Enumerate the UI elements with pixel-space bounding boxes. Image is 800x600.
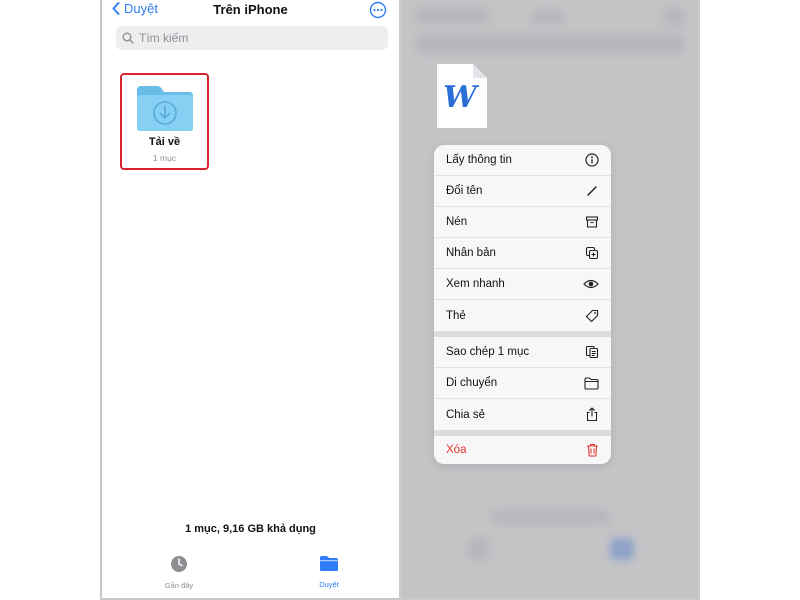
menu-item-label: Xem nhanh [446,278,505,290]
blurred-nav-title [532,10,564,24]
menu-item-label: Chia sẻ [446,408,485,421]
folder-fill-icon [320,556,338,571]
blurred-more-button [664,8,684,26]
archive-box-icon [585,216,599,228]
word-letter: W [443,80,480,115]
menu-item-label: Lấy thông tin [446,154,512,166]
menu-item-label: Xóa [446,444,467,456]
eye-icon [583,279,599,289]
copy-icon [585,345,599,359]
storage-status: 1 mục, 9,16 GB khả dụng [185,523,316,535]
tab-bar: Gần đây Duyệt [102,545,399,598]
menu-item-label: Di chuyển [446,377,498,389]
pencil-icon [587,186,597,196]
trash-icon [587,443,598,457]
blurred-tab-icon-active [610,538,634,560]
menu-item-compress[interactable]: Nén [434,207,611,238]
duplicate-icon [585,246,599,260]
tab-recents-label: Gần đây [164,581,194,590]
blurred-search-bar [416,34,684,54]
files-browser-screen: Duyệt Trên iPhone Tìm kiếm Tải về 1 mục [102,0,399,598]
page-title: Trên iPhone [213,2,288,17]
menu-item-get-info[interactable]: Lấy thông tin [434,145,611,176]
menu-item-delete[interactable]: Xóa [434,436,611,464]
search-input[interactable]: Tìm kiếm [116,26,388,50]
share-icon [586,407,598,422]
menu-item-rename[interactable]: Đổi tên [434,176,611,207]
tag-icon [585,309,599,322]
menu-item-quick-look[interactable]: Xem nhanh [434,269,611,300]
blurred-storage-text [492,510,610,524]
menu-item-move[interactable]: Di chuyển [434,368,611,399]
menu-item-tags[interactable]: Thẻ [434,300,611,331]
menu-item-label: Sao chép 1 mục [446,346,530,358]
clock-icon [171,556,187,572]
folder-name: Tải về [148,136,181,148]
context-menu-screen: W Lấy thông tin Đổi tên Nén Nhân bản Xem… [402,0,698,598]
menu-item-duplicate[interactable]: Nhân bản [434,238,611,269]
folder-item-count: 1 mục [152,153,177,163]
tab-browse-label: Duyệt [319,580,339,589]
info-icon [585,153,599,167]
menu-item-label: Thẻ [446,309,466,322]
tab-browse[interactable]: Duyệt [299,555,359,589]
menu-item-label: Nhân bản [446,247,496,259]
menu-item-share[interactable]: Chia sẻ [434,399,611,430]
menu-item-label: Đổi tên [446,185,483,197]
downloads-folder-icon [137,86,193,131]
navigation-bar: Duyệt Trên iPhone [102,0,399,22]
blurred-nav-button [416,8,488,24]
folder-item-downloads[interactable]: Tải về 1 mục [120,73,209,170]
menu-item-copy[interactable]: Sao chép 1 mục [434,337,611,368]
word-document-icon: W [437,64,487,128]
tab-recents[interactable]: Gần đây [149,555,209,590]
more-options-button[interactable] [369,1,387,24]
context-menu: Lấy thông tin Đổi tên Nén Nhân bản Xem n… [434,145,611,464]
menu-item-label: Nén [446,216,468,228]
search-icon [122,32,134,44]
ellipsis-circle-icon [369,1,387,19]
search-placeholder: Tìm kiếm [139,31,189,45]
blurred-tab-icon [468,538,490,560]
folder-icon [584,376,599,390]
